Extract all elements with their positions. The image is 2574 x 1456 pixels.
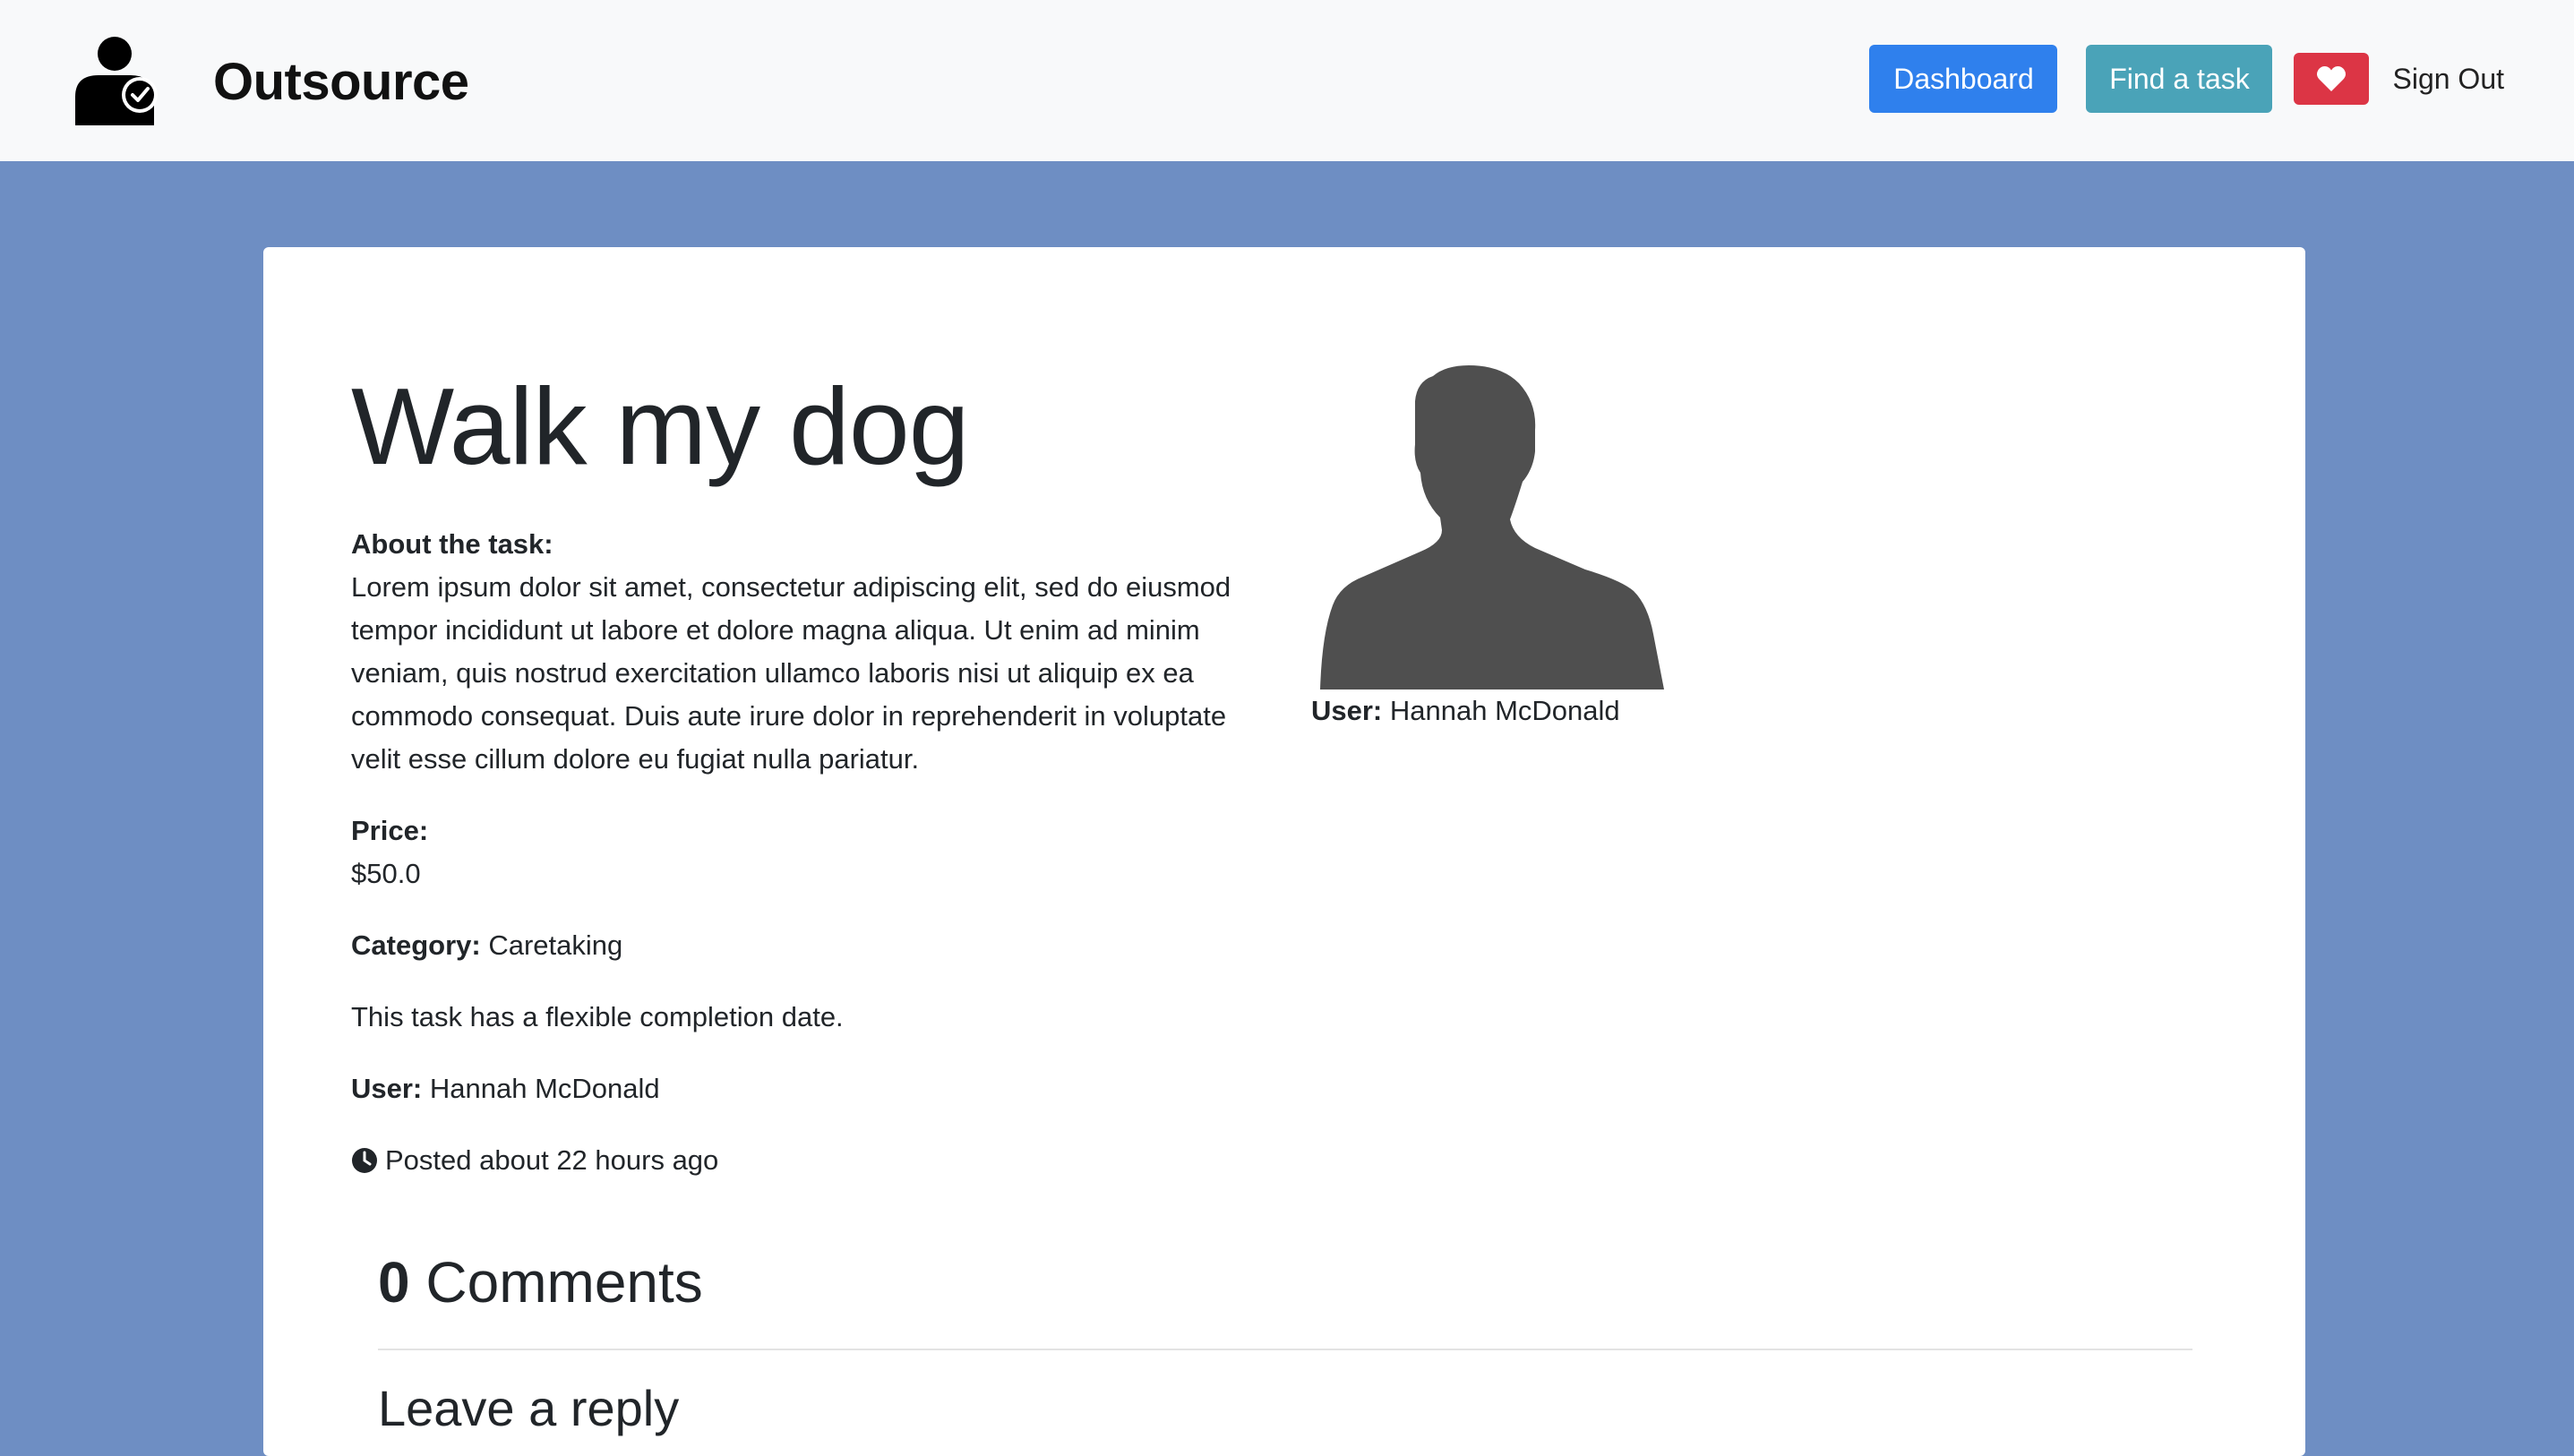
- posted-text: Posted about 22 hours ago: [385, 1144, 719, 1176]
- user-row: User: Hannah McDonald: [351, 1067, 1247, 1110]
- nav-actions: Dashboard Find a task Sign Out: [1869, 45, 2504, 113]
- category-value: Caretaking: [488, 929, 623, 961]
- user-value: Hannah McDonald: [429, 1073, 660, 1104]
- clock-icon: [352, 1148, 377, 1173]
- poster-user-row: User: Hannah McDonald: [1311, 689, 1687, 732]
- user-label: User:: [351, 1073, 423, 1104]
- dashboard-button[interactable]: Dashboard: [1869, 45, 2058, 113]
- brand-name[interactable]: Outsource: [213, 47, 469, 118]
- sign-out-link[interactable]: Sign Out: [2392, 63, 2504, 96]
- completion-note: This task has a flexible completion date…: [351, 1001, 844, 1032]
- about-label: About the task:: [351, 528, 553, 560]
- price-value: $50.0: [351, 858, 421, 889]
- poster-user-value: Hannah McDonald: [1389, 695, 1620, 726]
- task-card: Walk my dog About the task: Lorem ipsum …: [263, 247, 2305, 1456]
- comments-count: 0: [378, 1250, 410, 1315]
- price-label: Price:: [351, 815, 429, 846]
- heart-icon: [2317, 65, 2347, 91]
- reply-heading: Leave a reply: [378, 1380, 680, 1436]
- user-silhouette-icon: [1320, 365, 1664, 689]
- task-title: Walk my dog: [351, 365, 970, 487]
- poster-user-label: User:: [1311, 695, 1383, 726]
- comments-heading: 0 Comments: [378, 1246, 703, 1318]
- navbar: Outsource Dashboard Find a task Sign Out: [0, 0, 2574, 161]
- category-row: Category: Caretaking: [351, 924, 1247, 967]
- comments-label: Comments: [425, 1250, 703, 1315]
- divider: [378, 1349, 2192, 1350]
- favorites-button[interactable]: [2294, 53, 2370, 105]
- category-label: Category:: [351, 929, 481, 961]
- poster-info: User: Hannah McDonald: [1311, 365, 1687, 732]
- posted-row: Posted about 22 hours ago: [351, 1139, 1247, 1182]
- find-task-button[interactable]: Find a task: [2086, 45, 2273, 113]
- task-details: About the task: Lorem ipsum dolor sit am…: [351, 523, 1247, 1182]
- task-description: Lorem ipsum dolor sit amet, consectetur …: [351, 571, 1231, 775]
- user-check-icon[interactable]: [75, 36, 161, 125]
